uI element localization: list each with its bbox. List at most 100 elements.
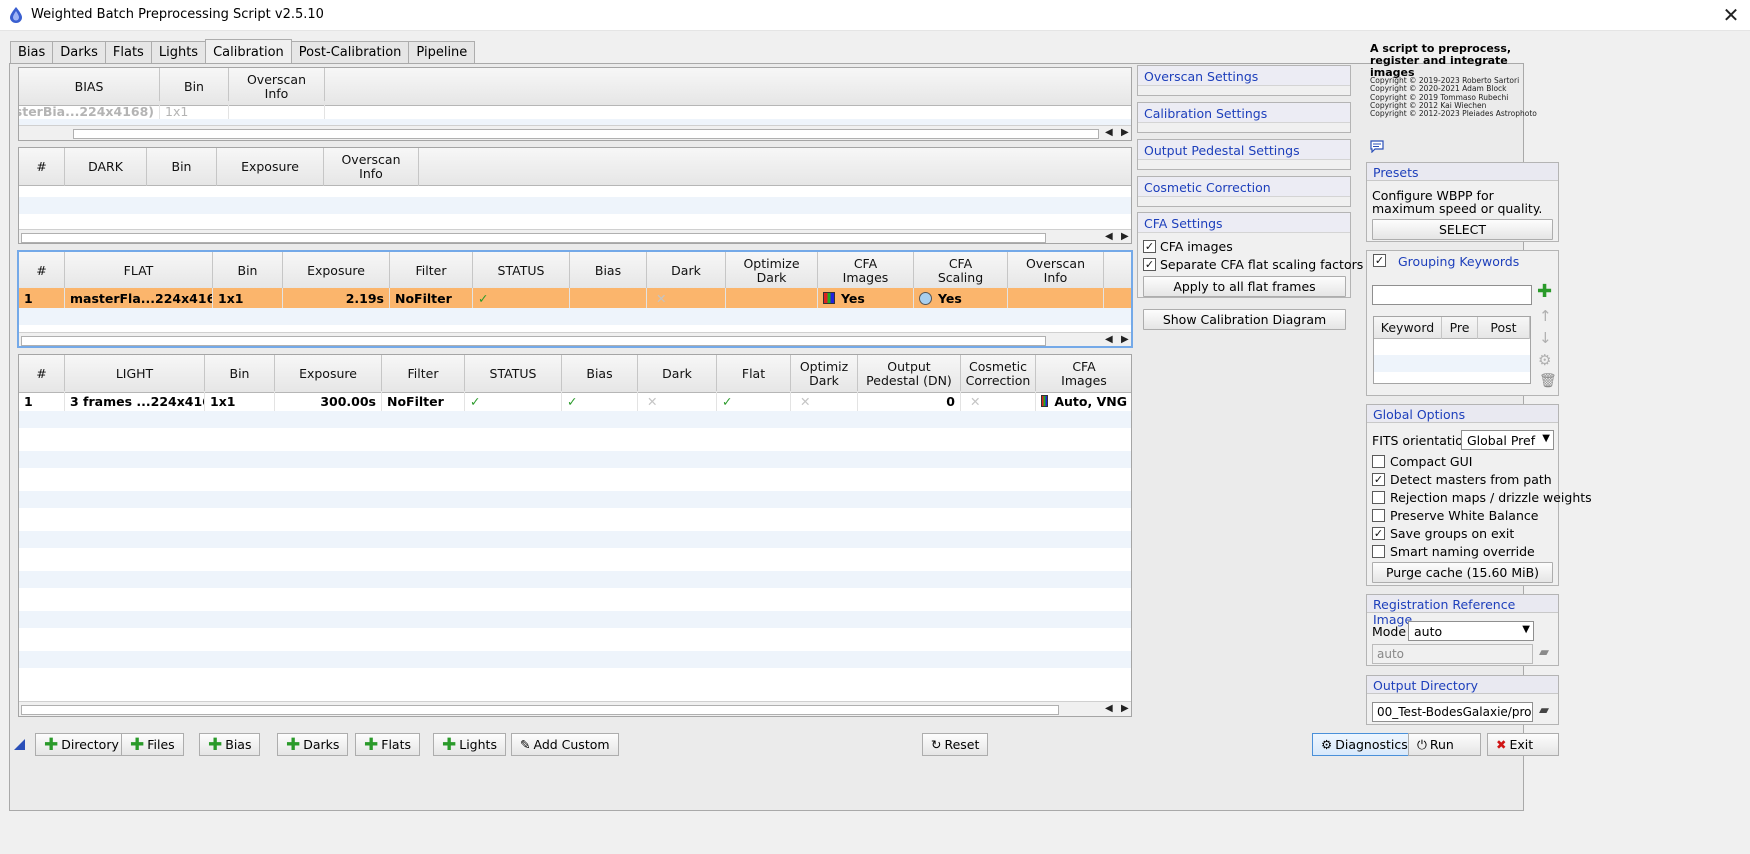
- add-darks-button[interactable]: ✚ Darks: [277, 733, 349, 756]
- tab-bias[interactable]: Bias: [10, 41, 54, 64]
- col-header-exposure[interactable]: Exposure: [275, 355, 382, 393]
- col-header-filter[interactable]: Filter: [382, 355, 465, 393]
- save-groups-checkbox[interactable]: ✓: [1372, 527, 1385, 540]
- rejection-maps-checkbox[interactable]: [1372, 491, 1385, 504]
- output-pedestal-title[interactable]: Output Pedestal Settings: [1138, 140, 1350, 160]
- scroll-left-icon[interactable]: ◀: [1105, 231, 1113, 242]
- detect-masters-checkbox[interactable]: ✓: [1372, 473, 1385, 486]
- scroll-thumb[interactable]: [73, 129, 1099, 139]
- scroll-thumb[interactable]: [21, 233, 1046, 243]
- col-header-status[interactable]: STATUS: [465, 355, 562, 393]
- col-header-pre[interactable]: Pre: [1442, 317, 1478, 339]
- col-header-optimize-dark[interactable]: Optimiz Dark: [791, 355, 858, 393]
- add-custom-button[interactable]: ✎ Add Custom: [511, 733, 619, 756]
- calibration-settings-title[interactable]: Calibration Settings: [1138, 103, 1350, 123]
- col-header-bin[interactable]: Bin: [147, 148, 217, 186]
- table-row[interactable]: masterBia...224x4168) 1x1: [19, 101, 325, 121]
- col-header-index[interactable]: #: [19, 355, 65, 393]
- cosmetic-correction-title[interactable]: Cosmetic Correction: [1138, 177, 1350, 197]
- col-header-dark[interactable]: Dark: [638, 355, 717, 393]
- delete-keyword-icon[interactable]: 🗑: [1539, 373, 1557, 389]
- col-header-cfa-scaling[interactable]: CFA Scaling: [914, 252, 1008, 290]
- scroll-left-icon[interactable]: ◀: [1105, 703, 1113, 714]
- col-header-optimize-dark[interactable]: Optimize Dark: [726, 252, 818, 290]
- calibration-settings-group[interactable]: Calibration Settings: [1137, 102, 1351, 133]
- cosmetic-correction-group[interactable]: Cosmetic Correction: [1137, 176, 1351, 207]
- col-header-bin[interactable]: Bin: [213, 252, 283, 290]
- preserve-white-balance-checkbox[interactable]: [1372, 509, 1385, 522]
- presets-select-button[interactable]: SELECT: [1372, 219, 1553, 240]
- col-header-flat[interactable]: FLAT: [65, 252, 213, 290]
- output-pedestal-group[interactable]: Output Pedestal Settings: [1137, 139, 1351, 170]
- apply-all-flats-button[interactable]: Apply to all flat frames: [1143, 276, 1346, 297]
- add-files-button[interactable]: ✚ Files: [121, 733, 184, 756]
- scroll-right-icon[interactable]: ▶: [1121, 231, 1129, 242]
- add-bias-button[interactable]: ✚ Bias: [199, 733, 261, 756]
- registration-mode-select[interactable]: auto ▼: [1408, 621, 1534, 641]
- smart-naming-checkbox[interactable]: [1372, 545, 1385, 558]
- scroll-thumb[interactable]: [21, 336, 1046, 346]
- move-up-icon[interactable]: ↑: [1539, 307, 1552, 325]
- separate-cfa-checkbox[interactable]: ✓: [1143, 258, 1156, 271]
- tab-darks[interactable]: Darks: [52, 41, 106, 64]
- col-header-dark[interactable]: Dark: [647, 252, 726, 290]
- tab-flats[interactable]: Flats: [104, 41, 152, 64]
- move-down-icon[interactable]: ↓: [1539, 329, 1552, 347]
- fits-orientation-select[interactable]: Global Pref ▼: [1461, 430, 1554, 450]
- cfa-settings-title[interactable]: CFA Settings: [1138, 213, 1350, 233]
- col-header-bias[interactable]: Bias: [562, 355, 638, 393]
- col-header-status[interactable]: STATUS: [473, 252, 570, 290]
- run-button[interactable]: ⏻ Run: [1408, 733, 1481, 756]
- col-header-filter[interactable]: Filter: [390, 252, 473, 290]
- overscan-settings-title[interactable]: Overscan Settings: [1138, 66, 1350, 86]
- keyword-settings-icon[interactable]: ⚙: [1538, 351, 1551, 369]
- col-header-index[interactable]: #: [19, 148, 65, 186]
- cfa-images-checkbox[interactable]: ✓: [1143, 240, 1156, 253]
- col-header-keyword[interactable]: Keyword: [1374, 317, 1442, 339]
- add-directory-button[interactable]: ✚ Directory: [35, 733, 128, 756]
- table-row[interactable]: 1 3 frames ...224x4168) 1x1 300.00s NoFi…: [19, 391, 1131, 411]
- col-header-cfa-images[interactable]: CFA Images: [818, 252, 914, 290]
- grouping-keywords-checkbox[interactable]: ✓: [1373, 254, 1386, 267]
- col-header-index[interactable]: #: [19, 252, 65, 290]
- show-calibration-diagram-button[interactable]: Show Calibration Diagram: [1143, 309, 1346, 330]
- add-lights-button[interactable]: ✚ Lights: [433, 733, 506, 756]
- col-header-flat[interactable]: Flat: [717, 355, 791, 393]
- col-header-cosmetic[interactable]: Cosmetic Correction: [961, 355, 1036, 393]
- add-keyword-icon[interactable]: ✚: [1537, 281, 1552, 302]
- col-header-exposure[interactable]: Exposure: [217, 148, 324, 186]
- purge-cache-button[interactable]: Purge cache (15.60 MiB): [1372, 562, 1553, 583]
- reference-image-input[interactable]: auto: [1372, 644, 1533, 664]
- col-header-cfa-images[interactable]: CFA Images: [1036, 355, 1131, 393]
- col-header-output-pedestal[interactable]: Output Pedestal (DN): [858, 355, 961, 393]
- scroll-thumb[interactable]: [21, 705, 1059, 715]
- col-header-dark[interactable]: DARK: [65, 148, 147, 186]
- folder-icon[interactable]: ▰: [1539, 703, 1549, 718]
- scroll-left-icon[interactable]: ◀: [1105, 334, 1113, 345]
- output-directory-input[interactable]: 00_Test-BodesGalaxie/procPI: [1372, 702, 1533, 722]
- tab-calibration[interactable]: Calibration: [205, 39, 292, 64]
- diagnostics-button[interactable]: ⚙ Diagnostics: [1312, 733, 1417, 756]
- comment-icon[interactable]: [1370, 140, 1384, 153]
- keyword-input[interactable]: [1372, 285, 1532, 305]
- close-window-icon[interactable]: ✕: [1720, 3, 1742, 27]
- bias-table-scrollbar[interactable]: ◀ ▶: [19, 125, 1131, 140]
- scroll-right-icon[interactable]: ▶: [1121, 334, 1129, 345]
- reset-button[interactable]: ↻ Reset: [922, 733, 989, 756]
- col-header-exposure[interactable]: Exposure: [283, 252, 390, 290]
- tab-pipeline[interactable]: Pipeline: [408, 41, 476, 64]
- folder-icon[interactable]: ▰: [1539, 645, 1549, 660]
- scroll-right-icon[interactable]: ▶: [1121, 703, 1129, 714]
- col-header-post[interactable]: Post: [1478, 317, 1530, 339]
- overscan-settings-group[interactable]: Overscan Settings: [1137, 65, 1351, 96]
- flat-table-scrollbar[interactable]: ◀ ▶: [19, 332, 1131, 346]
- tab-lights[interactable]: Lights: [150, 41, 207, 64]
- col-header-overscan[interactable]: Overscan Info: [1008, 252, 1104, 290]
- col-header-light[interactable]: LIGHT: [65, 355, 205, 393]
- col-header-bin[interactable]: Bin: [205, 355, 275, 393]
- exit-button[interactable]: ✖ Exit: [1487, 733, 1559, 756]
- light-table-scrollbar[interactable]: ◀ ▶: [19, 701, 1131, 716]
- col-header-bias[interactable]: Bias: [570, 252, 647, 290]
- scroll-left-icon[interactable]: ◀: [1105, 127, 1113, 138]
- table-row-selected[interactable]: 1 masterFla...224x4168) 1x1 2.19s NoFilt…: [19, 288, 1131, 308]
